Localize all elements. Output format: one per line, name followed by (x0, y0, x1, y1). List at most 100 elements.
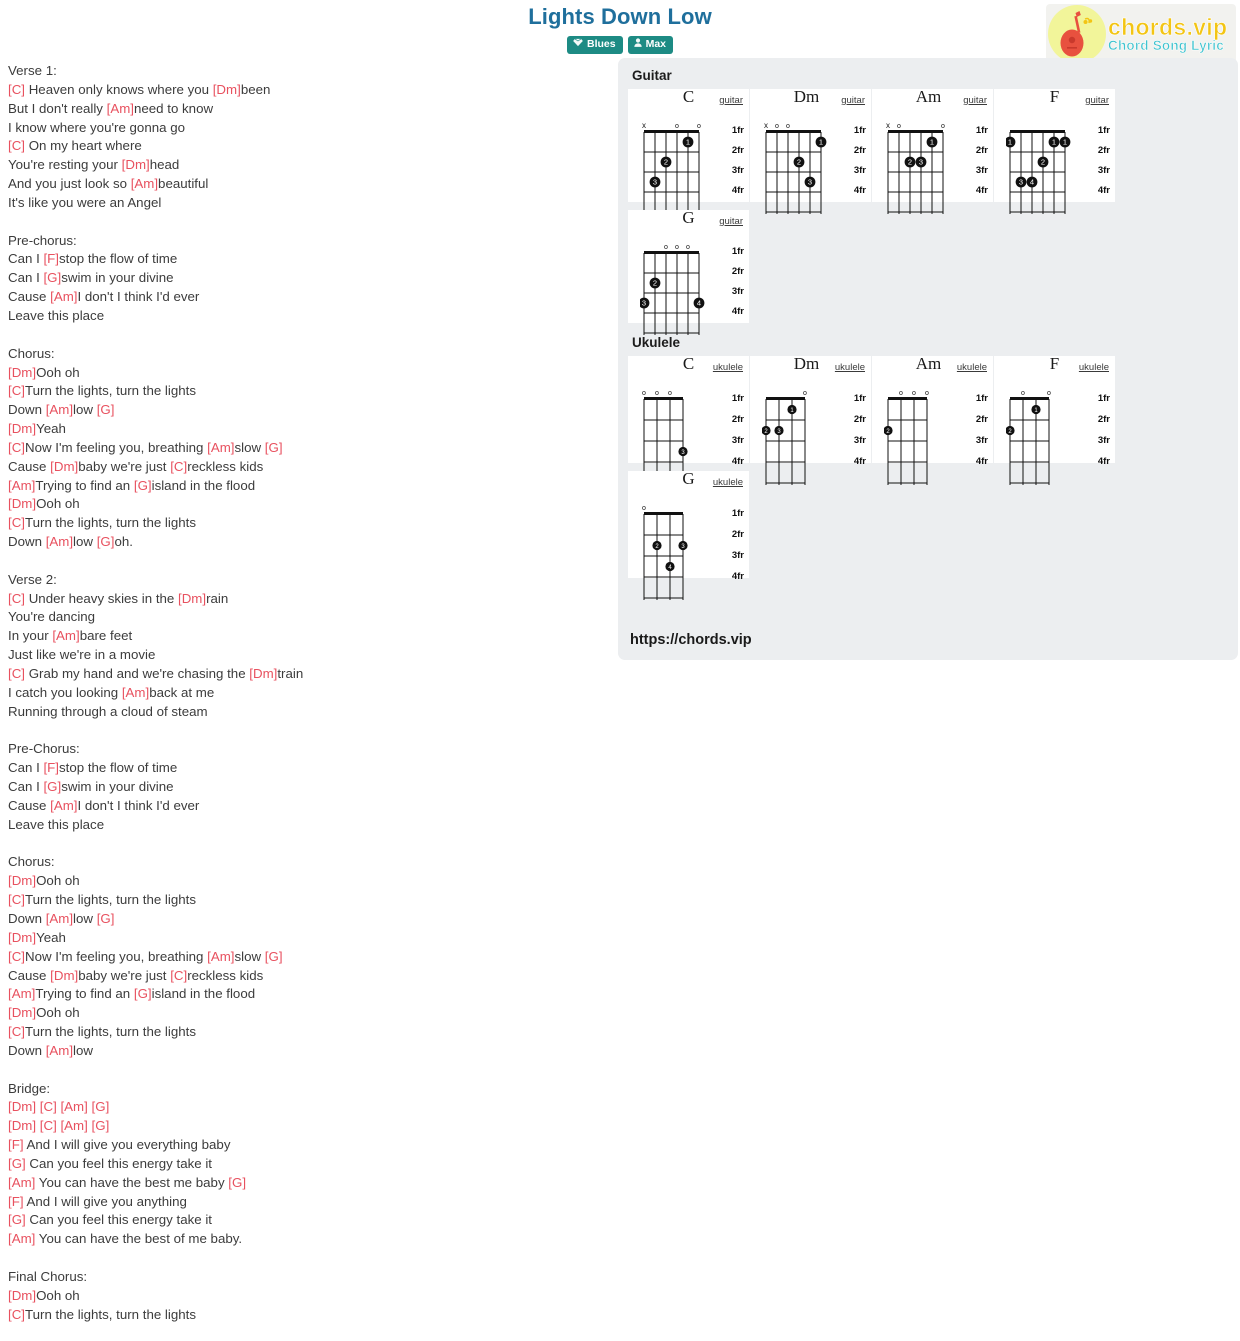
chord-token[interactable]: [C] (8, 383, 25, 398)
chord-token[interactable]: [Am] (46, 911, 73, 926)
chord-token[interactable]: [C] (8, 138, 25, 153)
chord-token[interactable]: [C] (8, 440, 25, 455)
chord-token[interactable]: [G] (265, 440, 283, 455)
chord-token[interactable]: [Dm] (8, 496, 36, 511)
lyric-line: And you just look so [Am]beautiful (8, 176, 209, 192)
chord-token[interactable]: [G] (228, 1175, 246, 1190)
chord-token[interactable]: [Am] (8, 986, 35, 1001)
chord-token[interactable]: [Dm] (8, 1005, 36, 1020)
chord-token[interactable]: [Dm] (50, 459, 78, 474)
chord-card-guitar-g[interactable]: Gguitar o o o 2 3 4 1fr 2fr 3fr 4fr (628, 208, 749, 335)
chord-token[interactable]: [F] (8, 1194, 24, 1209)
chord-token[interactable]: [Am] (8, 1231, 35, 1246)
chord-token[interactable]: [G] (265, 949, 283, 964)
svg-text:3: 3 (808, 178, 812, 187)
lyric-line (8, 835, 608, 854)
chord-token[interactable]: [Dm] (249, 666, 277, 681)
chord-token[interactable]: [C] (170, 968, 187, 983)
svg-text:2: 2 (653, 279, 657, 288)
chord-instrument-label[interactable]: ukulele (835, 362, 865, 373)
fret-label: 2fr (731, 529, 744, 540)
chord-token[interactable]: [G] (92, 1099, 110, 1114)
chord-instrument-label[interactable]: ukulele (957, 362, 987, 373)
chord-instrument-label[interactable]: ukulele (713, 362, 743, 373)
chord-token[interactable]: [Am] (207, 440, 234, 455)
chord-token[interactable]: [F] (8, 1137, 24, 1152)
chord-fretboard: 1 1 123 4 (1006, 130, 1071, 214)
chord-token[interactable]: [Am] (46, 1043, 73, 1058)
chord-token[interactable]: [Am] (8, 1175, 35, 1190)
svg-text:2: 2 (908, 158, 912, 167)
chord-token[interactable]: [Am] (46, 402, 73, 417)
chord-token[interactable]: [Dm] (8, 421, 36, 436)
chord-token[interactable]: [Dm] (122, 157, 150, 172)
chord-token[interactable]: [C] (8, 591, 25, 606)
chord-card-ukulele-g[interactable]: Gukulele o 2 3 4 1fr 2fr 3fr 4fr (628, 469, 749, 600)
chord-token[interactable]: [C] (8, 515, 25, 530)
chord-token[interactable]: [Dm] (8, 1118, 36, 1133)
chord-token[interactable]: [G] (43, 270, 61, 285)
chord-token[interactable]: [F] (43, 760, 59, 775)
chord-card-guitar-c[interactable]: Cguitar x o o 1 2 3 1fr 2fr 3fr 4fr (628, 87, 749, 214)
chord-token[interactable]: [G] (92, 1118, 110, 1133)
chord-token[interactable]: [Am] (207, 949, 234, 964)
chord-token[interactable]: [C] (8, 1024, 25, 1039)
chord-token[interactable]: [Dm] (50, 968, 78, 983)
chord-token[interactable]: [Am] (8, 478, 35, 493)
chord-token[interactable]: [G] (43, 779, 61, 794)
chord-instrument-label[interactable]: guitar (719, 216, 743, 227)
chord-instrument-label[interactable]: guitar (1085, 95, 1109, 106)
chord-card-guitar-f[interactable]: Fguitar 1 1 1 2 3 4 1fr 2fr 3fr 4fr (994, 87, 1115, 214)
chord-token[interactable]: [Am] (131, 176, 158, 191)
chord-card-ukulele-c[interactable]: Cukulele o o o 3 1fr 2fr 3fr 4fr (628, 354, 749, 485)
chord-token[interactable]: [G] (134, 478, 152, 493)
chord-token[interactable]: [Am] (50, 798, 77, 813)
chord-token[interactable]: [Dm] (178, 591, 206, 606)
chord-instrument-label[interactable]: ukulele (1079, 362, 1109, 373)
chord-token[interactable]: [Am] (52, 628, 79, 643)
chord-token[interactable]: [G] (8, 1156, 26, 1171)
status-badge-genre[interactable]: Blues (566, 36, 623, 54)
lyric-line: [Dm]Ooh oh (8, 873, 80, 889)
chord-token[interactable]: [Am] (107, 101, 134, 116)
fret-label: 2fr (1097, 145, 1110, 156)
chord-token[interactable]: [G] (97, 534, 115, 549)
chord-token[interactable]: [Am] (50, 289, 77, 304)
chord-token[interactable]: [G] (8, 1212, 26, 1227)
chord-token[interactable]: [G] (97, 911, 115, 926)
status-badge-artist[interactable]: Max (627, 36, 674, 54)
chord-token[interactable]: [C] (40, 1118, 57, 1133)
lyric-line: Leave this place (8, 307, 105, 323)
chord-card-ukulele-am[interactable]: Am ukulele o o o 2 1fr 2fr 3fr 4fr (872, 354, 993, 485)
chord-card-guitar-am[interactable]: Am guitar x o o 1 2 3 1fr 2fr 3fr 4fr (872, 87, 993, 214)
chord-token[interactable]: [Am] (46, 534, 73, 549)
chord-token[interactable]: [C] (40, 1099, 57, 1114)
chord-token[interactable]: [C] (170, 459, 187, 474)
chord-token[interactable]: [Dm] (8, 1099, 36, 1114)
chord-token[interactable]: [G] (97, 402, 115, 417)
chord-token[interactable]: [C] (8, 666, 25, 681)
chord-instrument-label[interactable]: guitar (719, 95, 743, 106)
chord-instrument-label[interactable]: ukulele (713, 477, 743, 488)
chord-token[interactable]: [Dm] (8, 873, 36, 888)
chord-token[interactable]: [Dm] (8, 365, 36, 380)
chord-instrument-label[interactable]: guitar (841, 95, 865, 106)
chord-token[interactable]: [C] (8, 892, 25, 907)
chord-instrument-label[interactable]: guitar (963, 95, 987, 106)
chord-token[interactable]: [G] (134, 986, 152, 1001)
chord-card-ukulele-dm[interactable]: Dm ukulele o 1 2 3 1fr 2fr 3fr 4fr (750, 354, 871, 485)
chord-token[interactable]: [Dm] (8, 1288, 36, 1303)
chord-token[interactable]: [Dm] (213, 82, 241, 97)
chord-token[interactable]: [C] (8, 1307, 25, 1322)
site-url-link[interactable]: https://chords.vip (630, 632, 752, 648)
chord-token[interactable]: [Am] (60, 1099, 87, 1114)
chord-card-guitar-dm[interactable]: Dm guitar x o o 1 2 3 1fr 2fr 3fr 4fr (750, 87, 871, 214)
chord-token[interactable]: [F] (43, 251, 59, 266)
chord-token[interactable]: [Am] (122, 685, 149, 700)
chord-token[interactable]: [C] (8, 949, 25, 964)
chord-token[interactable]: [Am] (60, 1118, 87, 1133)
site-logo[interactable]: chords.vip Chord Song Lyric (1046, 4, 1236, 64)
chord-token[interactable]: [Dm] (8, 930, 36, 945)
chord-token[interactable]: [C] (8, 82, 25, 97)
chord-card-ukulele-f[interactable]: Fukulele o o 1 2 1fr 2fr 3fr 4fr (994, 354, 1115, 485)
